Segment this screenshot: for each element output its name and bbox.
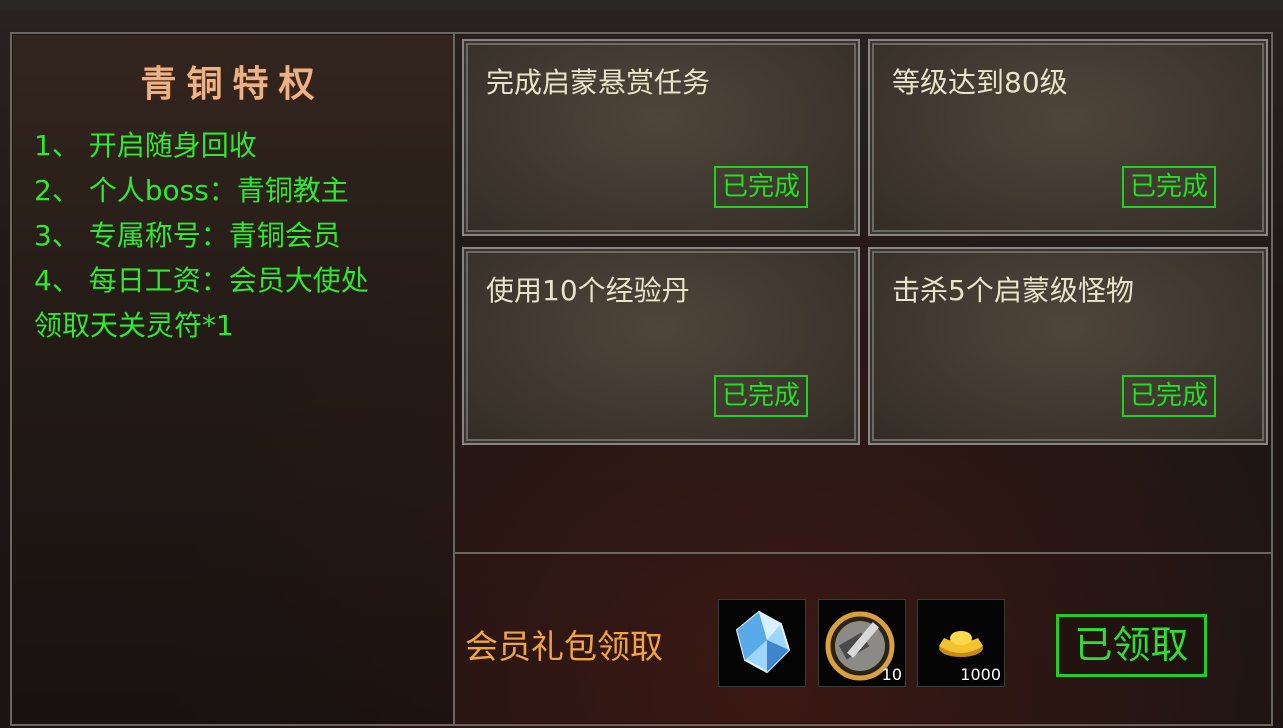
task-card: 等级达到80级 已完成 [868,39,1268,236]
task-status-badge: 已完成 [1121,166,1216,208]
perk-item: 领取天关灵符*1 [34,309,234,342]
claim-button[interactable]: 已领取 [1056,614,1207,677]
privilege-title: 青铜特权 [140,63,325,105]
task-card: 使用10个经验丹 已完成 [462,247,860,445]
horizontal-divider [455,552,1271,554]
task-title: 等级达到80级 [892,66,1068,99]
blue-crystal-icon [735,610,791,674]
vertical-divider [453,34,455,724]
task-card: 完成启蒙悬赏任务 已完成 [462,39,860,236]
game-window: 青铜特权 1、 开启随身回收 2、 个人boss：青铜教主 3、 专属称号：青铜… [0,0,1283,728]
task-title: 完成启蒙悬赏任务 [486,66,711,99]
task-status-badge: 已完成 [1121,375,1216,417]
task-status-badge: 已完成 [713,166,808,208]
task-card: 击杀5个启蒙级怪物 已完成 [868,247,1268,445]
perk-item: 1、 开启随身回收 [34,129,257,162]
perk-list: 1、 开启随身回收 2、 个人boss：青铜教主 3、 专属称号：青铜会员 4、… [34,123,449,348]
perk-item: 3、 专属称号：青铜会员 [34,219,341,252]
item-count: 1000 [960,665,1001,684]
task-status-badge: 已完成 [713,375,808,417]
item-slot[interactable] [718,599,806,687]
item-slot[interactable]: 10 [818,599,906,687]
item-count: 10 [881,665,902,684]
task-title: 击杀5个启蒙级怪物 [892,274,1134,307]
perk-item: 2、 个人boss：青铜教主 [34,174,349,207]
gift-label: 会员礼包领取 [465,627,663,666]
task-title: 使用10个经验丹 [486,274,690,307]
item-slot[interactable]: 1000 [917,599,1005,687]
perk-item: 4、 每日工资：会员大使处 [34,264,369,297]
